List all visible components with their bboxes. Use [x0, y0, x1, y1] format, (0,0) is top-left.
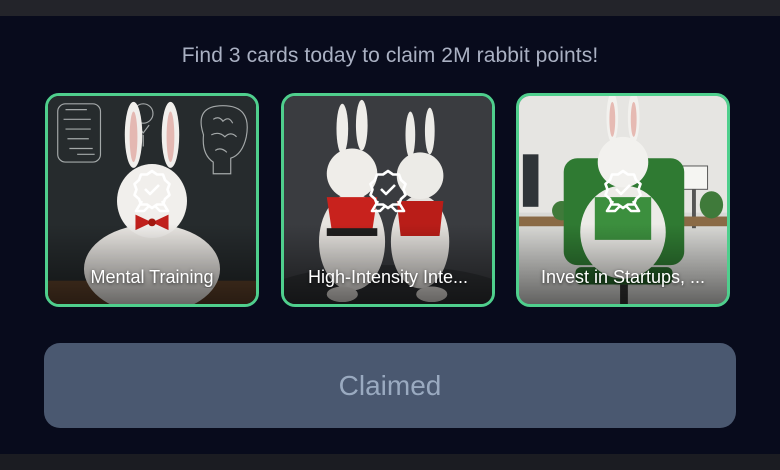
card-high-intensity[interactable]: High-Intensity Inte... [281, 93, 495, 307]
card-title: High-Intensity Inte... [307, 267, 469, 287]
card-title: Mental Training [90, 267, 214, 287]
card-caption-shade [519, 224, 727, 304]
award-check-icon [604, 169, 642, 213]
claimed-button[interactable]: Claimed [44, 343, 736, 428]
card-invest-in-startups[interactable]: Invest in Startups, ... [516, 93, 730, 307]
card-title: Invest in Startups, ... [540, 267, 706, 287]
award-check-icon [133, 169, 171, 213]
bottom-bar [0, 454, 780, 470]
headline: Find 3 cards today to claim 2M rabbit po… [181, 44, 599, 67]
card-caption-shade [284, 224, 492, 304]
card-caption-shade [48, 224, 256, 304]
award-check-icon [369, 169, 407, 213]
top-bar [0, 0, 780, 16]
card-mental-training[interactable]: Mental Training [45, 93, 259, 307]
